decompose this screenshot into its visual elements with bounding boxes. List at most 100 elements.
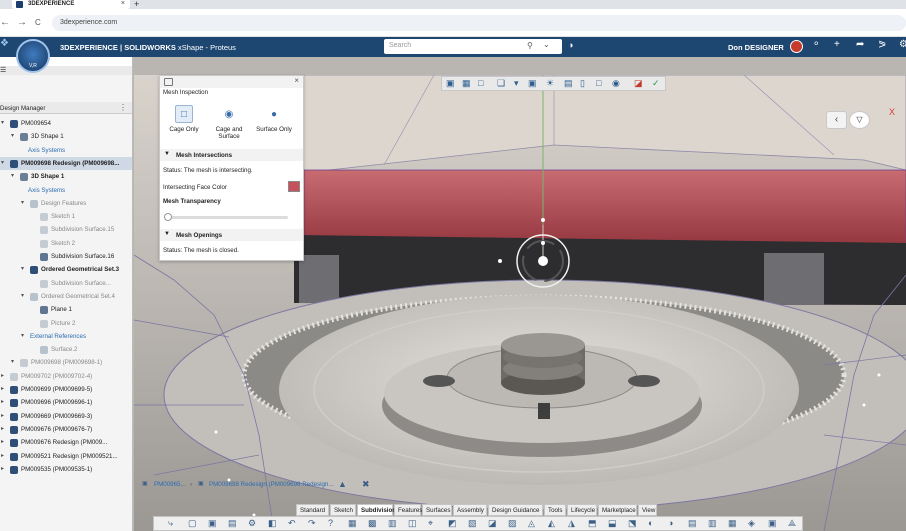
tree-item[interactable]: ▸ PM009699 (PM009699-5) [0,383,132,396]
breadcrumb-tool-icon[interactable]: ▲ [338,479,347,489]
tree-item[interactable]: ▾ PM009654 [0,117,132,130]
mesh-transparency-slider-handle[interactable] [164,213,172,221]
surface-only-option[interactable]: ● Surface Only [254,105,294,134]
grid-icon[interactable]: ▦ [348,518,357,529]
reference-icon[interactable]: ⟁ [788,518,796,529]
expand-arrow-icon[interactable]: ▸ [1,423,4,436]
redo-icon[interactable]: ↷ [308,518,316,529]
user-name[interactable]: Don DESIGNER [728,43,784,52]
expand-arrow-icon[interactable]: ▾ [1,117,4,130]
view-orient-icon[interactable]: □ [478,78,483,88]
triangle-icon[interactable]: ◬ [528,518,535,529]
expand-arrow-icon[interactable]: ▾ [21,197,24,210]
help-icon[interactable]: ? [328,518,333,528]
box-icon[interactable]: ▩ [368,518,377,529]
tab-standard[interactable]: Standard [296,504,329,516]
tree-item[interactable]: Axis Systems [0,144,132,157]
cage-icon[interactable]: ◈ [748,518,755,529]
add-icon[interactable]: + [834,39,840,50]
import-icon[interactable]: ▢ [188,518,197,529]
close-tab-icon[interactable]: × [121,0,125,7]
symmetry-icon[interactable]: ▤ [688,518,697,529]
compass-icon[interactable]: V,R [16,39,50,73]
check-icon[interactable]: ✓ [652,78,660,89]
expand-arrow-icon[interactable]: ▸ [1,463,4,476]
undo-icon[interactable]: ↶ [288,518,296,529]
expand-arrow-icon[interactable]: ▾ [21,330,24,343]
user-avatar[interactable] [790,40,803,53]
layer-icon[interactable]: ▧ [468,518,477,529]
tab-subdivision[interactable]: Subdivision [357,504,396,516]
expand-arrow-icon[interactable]: ▸ [1,383,4,396]
tree-item[interactable]: ▾ Design Features [0,197,132,210]
crease-icon[interactable]: ⬒ [588,518,597,529]
expand-arrow-icon[interactable]: ▾ [21,290,24,303]
face-icon[interactable]: ▥ [388,518,397,529]
back-button[interactable]: ‹ [826,111,847,129]
snap-icon[interactable]: ▣ [768,518,777,529]
tab-lifecycle[interactable]: Lifecycle [567,504,597,516]
edge-icon[interactable]: ◫ [408,518,417,529]
tree-item[interactable]: Surface.2 [0,343,132,356]
expand-arrow-icon[interactable]: ▸ [1,370,4,383]
expand-arrow-icon[interactable]: ▸ [1,396,4,409]
select-icon[interactable]: ⤷ [168,518,173,529]
breadcrumb-root-icon[interactable]: ▣ [142,480,148,487]
panel-options-icon[interactable]: ⋮ [119,103,127,112]
tree-item[interactable]: ▸ PM009535 (PM009535-1) [0,463,132,476]
new-tab-button[interactable]: + [134,0,139,9]
url-text[interactable]: 3dexperience.com [60,19,117,26]
back-arrow-icon[interactable]: ← [0,17,10,28]
display-icon[interactable]: ◉ [612,78,620,89]
intersect-icon[interactable]: ◪ [634,78,643,89]
section-icon[interactable]: ▤ [564,78,573,89]
chat-icon[interactable]: ⚬ [812,39,820,50]
tree-item[interactable]: Axis Systems [0,184,132,197]
view-mode-icon[interactable]: ❏ [497,78,505,89]
bridge-icon[interactable]: ⬔ [628,518,637,529]
expand-arrow-icon[interactable]: ▾ [11,356,14,369]
split-icon[interactable]: ◪ [488,518,497,529]
breadcrumb-tool-icon[interactable]: ✖ [362,479,370,490]
smooth-icon[interactable]: ◐ [648,518,653,528]
settings-icon[interactable]: ⚙ [248,518,256,529]
extrude-icon[interactable]: ◭ [548,518,555,529]
search-options-chevron-icon[interactable]: ⌄ [543,40,550,49]
tree-item[interactable]: ▸ PM009696 (PM009696-1) [0,396,132,409]
tree-item[interactable]: Picture 2 [0,317,132,330]
weld-icon[interactable]: ⬓ [608,518,617,529]
expand-arrow-icon[interactable]: ▾ [1,157,4,170]
reload-icon[interactable]: C [35,18,41,27]
breadcrumb-current[interactable]: PM009698 Redesign (PM009698 Redesign... [209,481,334,488]
hide-show-icon[interactable]: □ [596,78,601,88]
cage-only-option[interactable]: □ Cage Only [164,105,204,133]
tree-item[interactable]: ▾ 3D Shape 1 [0,170,132,183]
expand-arrow-icon[interactable]: ▸ [1,410,4,423]
plane-icon[interactable]: ▨ [508,518,517,529]
mesh-intersections-header[interactable]: ▼ Mesh Intersections [160,149,303,161]
lighting-icon[interactable]: ☀ [546,78,554,89]
tab-tools[interactable]: Tools [544,504,566,516]
expand-arrow-icon[interactable]: ▸ [1,450,4,463]
table-icon[interactable]: ▤ [228,518,237,529]
expand-arrow-icon[interactable]: ▸ [1,436,4,449]
breadcrumb-root[interactable]: PM00965... [154,481,186,488]
tree-item[interactable]: ▸ PM009521 Redesign (PM009521... [0,450,132,463]
expand-arrow-icon[interactable]: ▾ [11,130,14,143]
search-input[interactable]: Search [389,42,411,49]
tree-item[interactable]: ▾ 3D Shape 1 [0,130,132,143]
url-field[interactable]: 3dexperience.com [52,15,906,31]
measure-icon[interactable]: ▯ [580,78,585,89]
tree-item[interactable]: Subdivision Surface... [0,277,132,290]
tree-item[interactable]: ▸ PM009669 (PM009669-3) [0,410,132,423]
chevron-down-icon[interactable]: ▾ [514,78,519,89]
search-box[interactable]: Search ⚲ ⌄ [384,39,562,54]
mesh-openings-header[interactable]: ▼ Mesh Openings [160,229,303,241]
mesh-transparency-slider[interactable] [166,216,288,219]
close-icon[interactable]: × [294,76,299,85]
forward-arrow-icon[interactable]: → [17,17,27,28]
cube-icon[interactable]: ◩ [448,518,457,529]
tree-item[interactable]: ▸ PM009702 (PM009702-4) [0,370,132,383]
bevel-icon[interactable]: ◮ [568,518,575,529]
search-icon[interactable]: ⚲ [527,41,533,50]
